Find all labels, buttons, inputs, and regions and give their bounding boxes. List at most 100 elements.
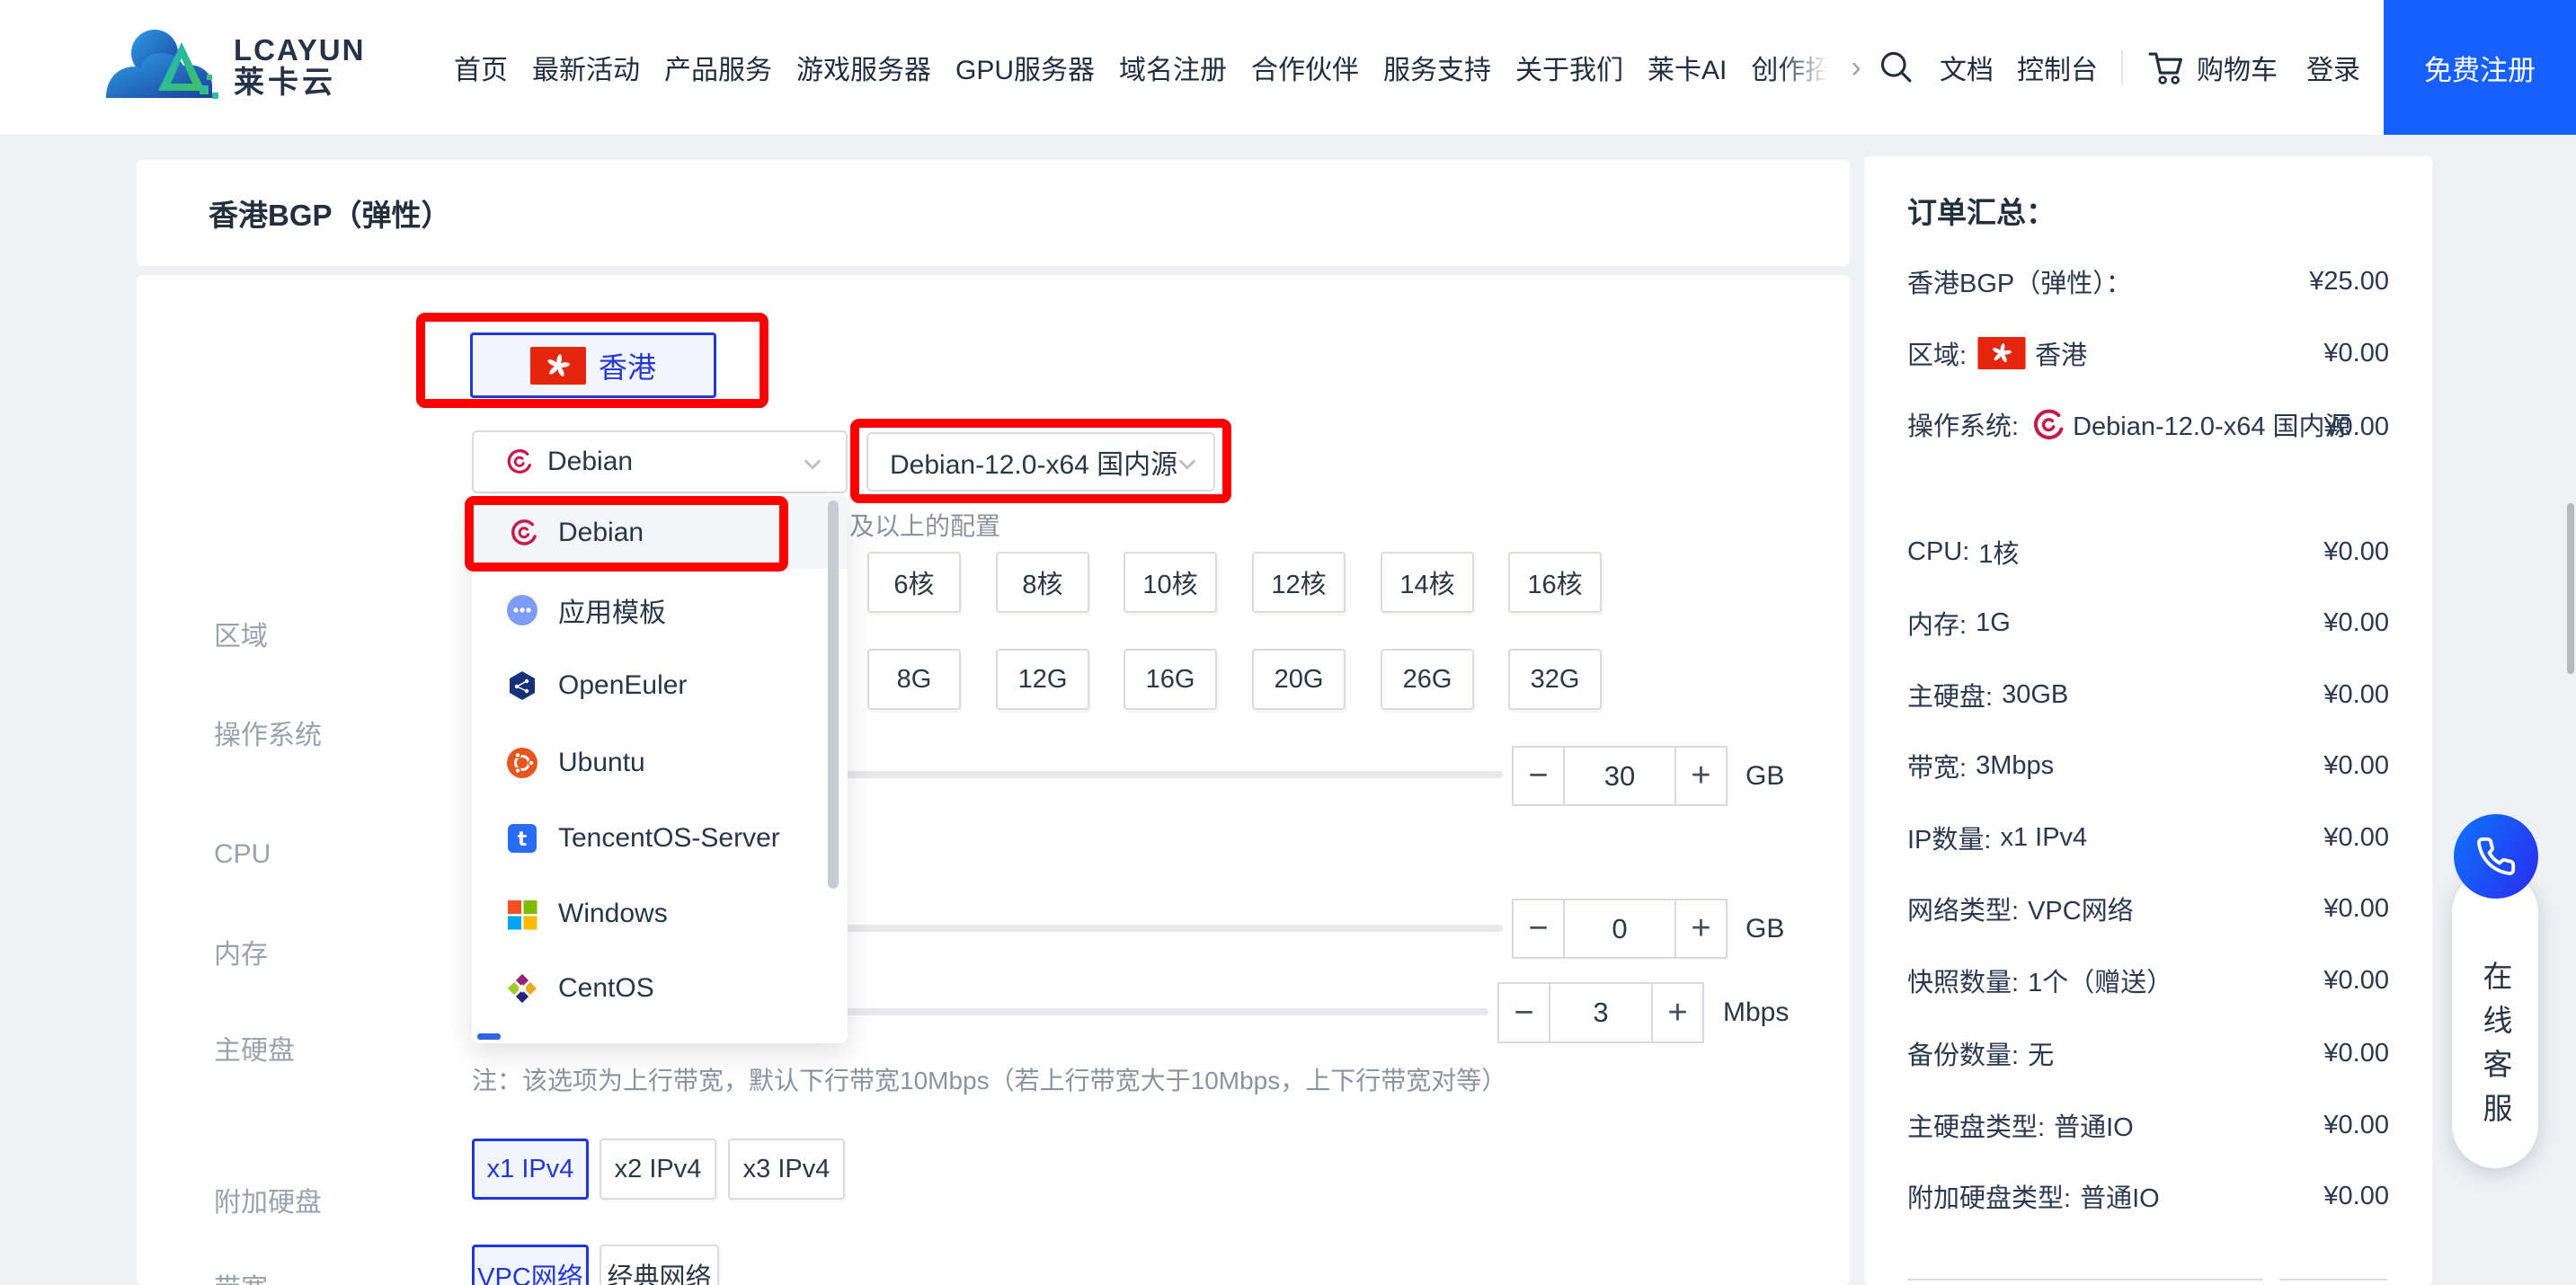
debian-icon (506, 517, 538, 549)
memory-option-32g[interactable]: 32G (1508, 649, 1602, 710)
cpu-option-8[interactable]: 8核 (996, 552, 1089, 613)
nav-divider (2121, 50, 2123, 84)
bandwidth-unit: Mbps (1723, 997, 1790, 1027)
memory-option-12g[interactable]: 12G (996, 649, 1089, 710)
nav-item-activities[interactable]: 最新活动 (532, 48, 640, 87)
summary-price: ¥0.00 (2323, 1110, 2389, 1139)
summary-price: ¥0.00 (2323, 1181, 2389, 1210)
online-support-widget[interactable]: 在线客服 (2452, 870, 2538, 1168)
summary-price: ¥0.00 (2323, 822, 2389, 852)
ubuntu-icon (506, 747, 538, 779)
os-dropdown-item-centos[interactable]: CentOS (472, 953, 848, 1024)
nav-more-chevron-icon[interactable]: › (1851, 50, 1861, 85)
logo-brand-cn: 莱卡云 (234, 66, 336, 100)
config-card: 区域 操作系统 CPU 内存 主硬盘 附加硬盘 带宽 IP数量 网络类型 (137, 275, 1850, 1285)
nav-item-domains[interactable]: 域名注册 (1119, 48, 1227, 87)
svg-text:t: t (518, 829, 528, 851)
nav-item-game-servers[interactable]: 游戏服务器 (796, 48, 931, 87)
page: LCAYUN 莱卡云 首页 最新活动 产品服务 游戏服务器 GPU服务器 域名注… (0, 0, 2576, 1285)
cart-icon[interactable] (2146, 47, 2188, 88)
os-version-select[interactable]: Debian-12.0-x64 国内源 (866, 432, 1215, 492)
chevron-down-icon (1177, 447, 1197, 477)
main-disk-stepper: − 30 + (1512, 746, 1728, 806)
dropdown-scrollbar[interactable] (828, 501, 839, 889)
summary-price: ¥0.00 (2323, 1038, 2389, 1068)
cpu-option-14[interactable]: 14核 (1381, 552, 1474, 613)
extra-disk-plus-button[interactable]: + (1676, 900, 1726, 957)
bandwidth-plus-button[interactable]: + (1653, 984, 1702, 1041)
os-dropdown-item-debian[interactable]: Debian (472, 497, 848, 569)
ip-option-x1[interactable]: x1 IPv4 (472, 1139, 589, 1200)
nav-item-ai[interactable]: 莱卡AI (1648, 48, 1727, 87)
memory-option-8g[interactable]: 8G (867, 649, 961, 710)
main-disk-unit: GB (1745, 761, 1785, 791)
order-summary-panel: 订单汇总： 香港BGP（弹性）： ¥25.00 区域: 香港 ¥0.00 操作系… (1864, 156, 2432, 1285)
bandwidth-label: 带宽 (214, 1272, 268, 1285)
os-dropdown-item-openeuler[interactable]: OpenEuler (472, 650, 848, 722)
hk-flag-icon (1977, 337, 2026, 369)
nav-item-creator[interactable]: 创作招 (1751, 48, 1832, 87)
disk-label: 主硬盘 (214, 1036, 295, 1066)
cpu-option-10[interactable]: 10核 (1124, 552, 1217, 613)
extra-disk-minus-button[interactable]: − (1514, 900, 1563, 957)
cpu-option-16[interactable]: 16核 (1508, 552, 1602, 613)
os-dropdown-item-app-template[interactable]: 应用模板 (472, 574, 848, 646)
cpu-option-12[interactable]: 12核 (1252, 552, 1346, 613)
top-nav: LCAYUN 莱卡云 首页 最新活动 产品服务 游戏服务器 GPU服务器 域名注… (0, 0, 2576, 136)
region-option-hongkong[interactable]: 香港 (470, 332, 716, 398)
phone-icon[interactable] (2454, 814, 2538, 899)
region-option-label: 香港 (598, 350, 656, 384)
os-family-value: Debian (547, 447, 634, 476)
product-header-card: 香港BGP（弹性） (137, 160, 1850, 266)
cpu-option-6[interactable]: 6核 (867, 552, 961, 613)
os-dropdown-item-ubuntu[interactable]: Ubuntu (472, 727, 848, 799)
network-option-classic[interactable]: 经典网络 (600, 1245, 719, 1285)
os-label: 操作系统 (214, 721, 322, 750)
nav-item-support[interactable]: 服务支持 (1383, 48, 1491, 87)
bandwidth-value[interactable]: 3 (1549, 984, 1653, 1041)
nav-docs-link[interactable]: 文档 (1940, 48, 1994, 87)
ip-option-x2[interactable]: x2 IPv4 (600, 1139, 716, 1200)
search-icon[interactable] (1877, 48, 1916, 87)
main-disk-minus-button[interactable]: − (1514, 748, 1563, 804)
order-summary-title: 订单汇总： (1907, 196, 2056, 229)
main-disk-plus-button[interactable]: + (1676, 748, 1726, 804)
summary-price: ¥0.00 (2323, 412, 2389, 441)
cpu-note-partial: 及以上的配置 (849, 512, 1001, 540)
os-family-select[interactable]: Debian (472, 430, 848, 493)
nav-console-link[interactable]: 控制台 (2017, 48, 2098, 87)
extra-disk-stepper: − 0 + (1512, 899, 1728, 959)
os-family-dropdown: Debian 应用模板 OpenEuler Ubuntu t TencentOS… (472, 497, 848, 1043)
bandwidth-minus-button[interactable]: − (1499, 984, 1549, 1041)
nav-item-products[interactable]: 产品服务 (664, 48, 772, 87)
nav-item-about[interactable]: 关于我们 (1515, 48, 1623, 87)
memory-option-16g[interactable]: 16G (1124, 649, 1217, 710)
summary-row-ip: IP数量: x1 IPv4 ¥0.00 (1907, 822, 2389, 855)
register-button[interactable]: 免费注册 (2384, 0, 2576, 135)
nav-item-partners[interactable]: 合作伙伴 (1251, 48, 1359, 87)
os-dropdown-item-tencentos[interactable]: t TencentOS-Server (472, 802, 848, 874)
debian-icon (2028, 406, 2065, 444)
extra-disk-value[interactable]: 0 (1563, 900, 1676, 957)
memory-option-26g[interactable]: 26G (1381, 649, 1474, 710)
page-scrollbar[interactable] (2567, 503, 2574, 674)
network-option-vpc[interactable]: VPC网络 (472, 1245, 589, 1285)
nav-item-gpu-servers[interactable]: GPU服务器 (955, 48, 1095, 87)
debian-icon (502, 447, 533, 477)
nav-login-link[interactable]: 登录 (2306, 48, 2360, 87)
summary-divider (2279, 1279, 2387, 1281)
summary-row-region: 区域: 香港 ¥0.00 (1907, 337, 2389, 370)
ip-option-x3[interactable]: x3 IPv4 (728, 1139, 845, 1200)
summary-price: ¥0.00 (2323, 893, 2389, 923)
extra-disk-label: 附加硬盘 (214, 1188, 322, 1218)
main-disk-value[interactable]: 30 (1563, 748, 1676, 804)
nav-cart-link[interactable]: 购物车 (2197, 48, 2278, 87)
nav-item-home[interactable]: 首页 (454, 48, 508, 87)
summary-price: ¥0.00 (2323, 338, 2389, 368)
tencentos-icon: t (506, 822, 538, 855)
summary-row-bandwidth: 带宽: 3Mbps ¥0.00 (1907, 750, 2389, 784)
memory-option-20g[interactable]: 20G (1252, 649, 1346, 710)
logo[interactable]: LCAYUN 莱卡云 (99, 20, 395, 115)
os-dropdown-item-windows[interactable]: Windows (472, 878, 848, 950)
os-version-value: Debian-12.0-x64 国内源 (890, 450, 1178, 480)
